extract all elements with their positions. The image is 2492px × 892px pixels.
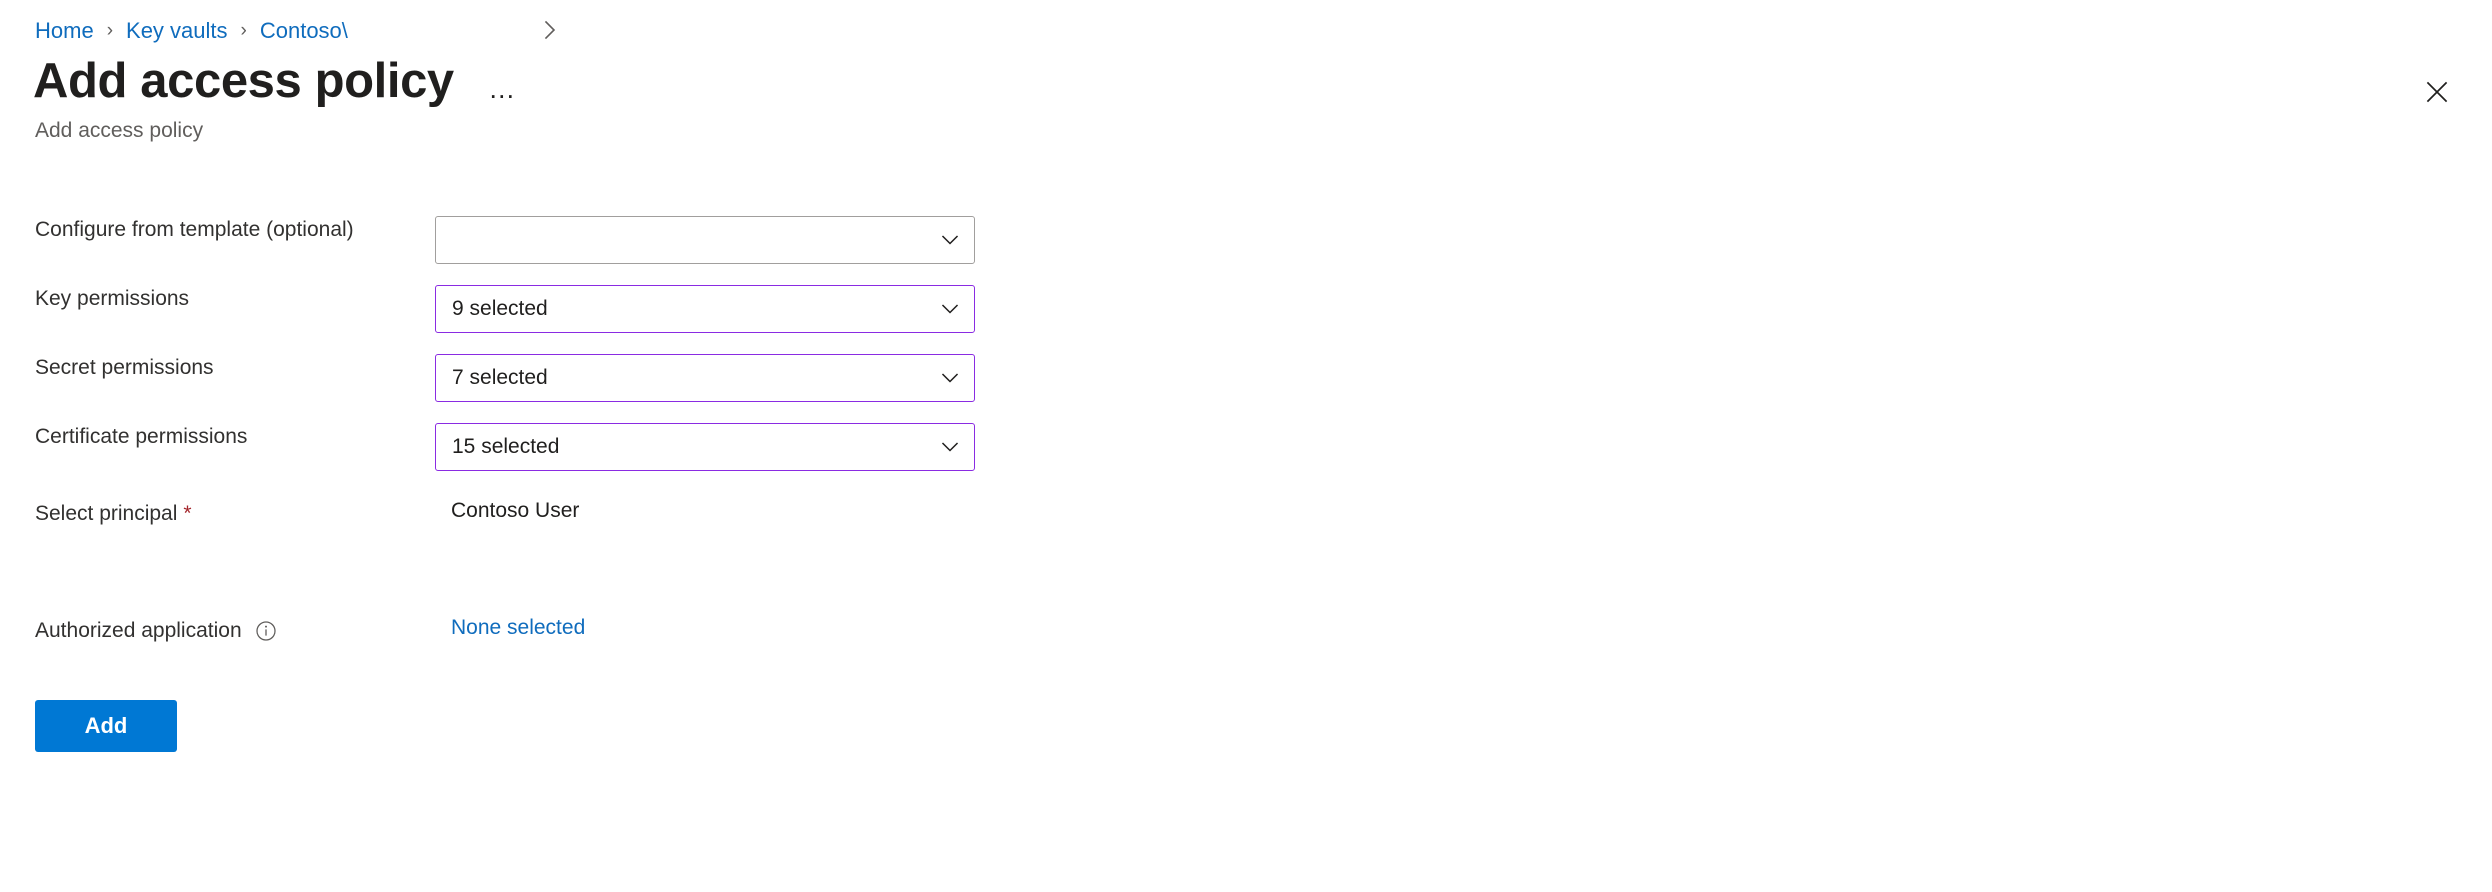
form-row-secret-permissions: Secret permissions 7 selected — [0, 354, 1200, 402]
more-menu-button[interactable]: … — [480, 72, 526, 106]
form-row-authorized-application: Authorized application None selected — [0, 614, 1200, 645]
chevron-down-icon — [926, 367, 974, 389]
breadcrumb-separator: › — [240, 20, 247, 41]
dropdown-key-permissions[interactable]: 9 selected — [435, 285, 975, 333]
form-row-key-permissions: Key permissions 9 selected — [0, 285, 1200, 333]
dropdown-secret-permissions[interactable]: 7 selected — [435, 354, 975, 402]
breadcrumb-item-home[interactable]: Home — [35, 14, 94, 48]
chevron-right-icon[interactable] — [536, 16, 564, 44]
field-label-text: Key permissions — [35, 287, 190, 310]
info-circle-icon[interactable] — [254, 619, 278, 643]
field-label-text: Secret permissions — [35, 356, 214, 379]
chevron-down-icon — [926, 229, 974, 251]
page-title: Add access policy — [33, 54, 454, 108]
field-label-text: Authorized application — [35, 619, 242, 642]
dropdown-value: 15 selected — [452, 435, 560, 458]
breadcrumb-separator: › — [106, 20, 114, 41]
breadcrumb-item-key-vaults[interactable]: Key vaults — [126, 14, 228, 48]
page-subtitle: Add access policy — [35, 119, 204, 142]
value-select-principal[interactable]: Contoso User — [435, 497, 579, 525]
title-row: Add access policy … — [33, 52, 526, 110]
close-icon[interactable] — [2415, 70, 2459, 114]
form: Configure from template (optional) Key p… — [0, 216, 1200, 645]
label-secret-permissions: Secret permissions — [0, 354, 435, 382]
add-button[interactable]: Add — [35, 700, 177, 752]
label-configure-from-template: Configure from template (optional) — [0, 216, 435, 244]
label-certificate-permissions: Certificate permissions — [0, 423, 435, 451]
dropdown-certificate-permissions[interactable]: 15 selected — [435, 423, 975, 471]
breadcrumb-item-contoso[interactable]: Contoso\ — [260, 14, 348, 48]
breadcrumb: Home › Key vaults › Contoso\ — [35, 14, 348, 48]
label-key-permissions: Key permissions — [0, 285, 435, 313]
dropdown-configure-from-template[interactable] — [435, 216, 975, 264]
label-select-principal: Select principal * — [0, 497, 435, 528]
chevron-down-icon — [926, 436, 974, 458]
field-label-text: Certificate permissions — [35, 425, 248, 448]
form-row-certificate-permissions: Certificate permissions 15 selected — [0, 423, 1200, 471]
dropdown-value: 7 selected — [452, 366, 548, 389]
required-marker: * — [183, 502, 192, 525]
field-label-text: Configure from template (optional) — [35, 218, 354, 241]
form-row-template: Configure from template (optional) — [0, 216, 1200, 264]
dropdown-value: 9 selected — [452, 297, 548, 320]
field-label-text: Select principal — [35, 502, 178, 525]
chevron-down-icon — [926, 298, 974, 320]
form-row-select-principal: Select principal * Contoso User — [0, 497, 1200, 528]
label-authorized-application: Authorized application — [0, 614, 435, 645]
link-authorized-application-none-selected[interactable]: None selected — [435, 614, 585, 642]
